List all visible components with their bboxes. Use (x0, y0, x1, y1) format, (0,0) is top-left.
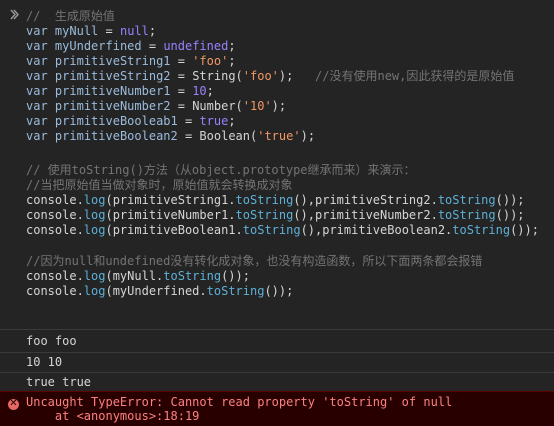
code-line: var primitiveString1 = 'foo'; (26, 54, 236, 69)
identifier: primitiveNumber1 (54, 84, 171, 98)
value: 'true' (257, 129, 301, 143)
code-line: var primitiveBooleab1 = true; (26, 114, 236, 129)
value: undefined (163, 39, 229, 53)
console-code-input[interactable]: // 生成原始值 var myNull = null; var myUnderf… (0, 0, 554, 329)
identifier: myUnderfined (54, 39, 142, 53)
error-text: Uncaught TypeError: Cannot read property… (26, 395, 453, 409)
terminator: ; (228, 39, 236, 53)
identifier: primitiveBoolean2 (54, 129, 178, 143)
identifier: primitiveString2 (54, 69, 171, 83)
divider (0, 352, 554, 353)
keyword: var (26, 39, 48, 53)
console-output-line[interactable]: 10 10 (26, 355, 62, 370)
code-comment: //当把原始值当做对象时，原始值就会转换成对象 (26, 178, 293, 192)
code-line: console.log(myNull.toString()); (26, 269, 250, 283)
terminator: ; (206, 84, 214, 98)
identifier: primitiveBooleab1 (54, 114, 178, 128)
keyword: var (26, 54, 48, 68)
code-line: var primitiveNumber1 = 10; (26, 84, 214, 99)
console-output-line[interactable]: foo foo (26, 334, 77, 349)
code-line: console.log(primitiveNumber1.toString(),… (26, 208, 525, 222)
divider (0, 329, 554, 330)
terminator: ); (300, 129, 316, 143)
terminator: ; (148, 24, 157, 38)
operator: = Boolean( (177, 129, 258, 143)
terminator: ; (228, 54, 236, 68)
code-line: var primitiveNumber2 = Number('10'); (26, 99, 286, 114)
error-icon: ✕ (8, 398, 19, 410)
code-line: console.log(primitiveString1.toString(),… (26, 193, 525, 207)
divider (0, 372, 554, 373)
terminator: ; (228, 114, 236, 128)
code-comment: // 使用toString()方法（从object.prototype继承而来）… (26, 163, 416, 177)
operator: = String( (170, 69, 243, 83)
identifier: myNull (54, 24, 99, 38)
code-comment: //没有使用new,因此获得的是原始值 (315, 69, 515, 83)
value: null (119, 24, 149, 38)
chevron-prompt-icon (10, 9, 19, 20)
terminator: ); (271, 99, 287, 113)
value: 10 (192, 84, 207, 98)
operator: = (170, 54, 193, 68)
value: true (199, 114, 229, 128)
value: '10' (242, 99, 272, 113)
operator: = Number( (170, 99, 243, 113)
operator: = (170, 84, 193, 98)
identifier: primitiveNumber2 (54, 99, 171, 113)
code-line: console.log(primitiveBoolean1.toString()… (26, 223, 539, 237)
code-line: console.log(myUnderfined.toString()); (26, 284, 294, 298)
terminator: ); (278, 69, 294, 83)
operator: = (141, 39, 164, 53)
keyword: var (26, 24, 48, 38)
identifier: primitiveString1 (54, 54, 171, 68)
keyword: var (26, 69, 48, 83)
keyword: var (26, 99, 48, 113)
code-line: var myNull = null; (26, 24, 156, 39)
operator: = (177, 114, 200, 128)
code-comment: // 生成原始值 (26, 9, 115, 23)
code-comment: //因为null和undefined没有转化成对象，也没有构造函数，所以下面两条… (26, 254, 483, 268)
code-line: var primitiveString2 = String('foo'); //… (26, 69, 514, 84)
console-error-message[interactable]: ✕ Uncaught TypeError: Cannot read proper… (0, 391, 554, 426)
keyword: var (26, 129, 48, 143)
code-line: var myUnderfined = undefined; (26, 39, 236, 54)
console-output-line[interactable]: true true (26, 375, 91, 390)
keyword: var (26, 114, 48, 128)
value: 'foo' (242, 69, 279, 83)
value: 'foo' (192, 54, 229, 68)
keyword: var (26, 84, 48, 98)
operator: = (98, 24, 120, 38)
error-stack-location[interactable]: at <anonymous>:18:19 (26, 409, 200, 423)
code-line: var primitiveBoolean2 = Boolean('true'); (26, 129, 315, 144)
